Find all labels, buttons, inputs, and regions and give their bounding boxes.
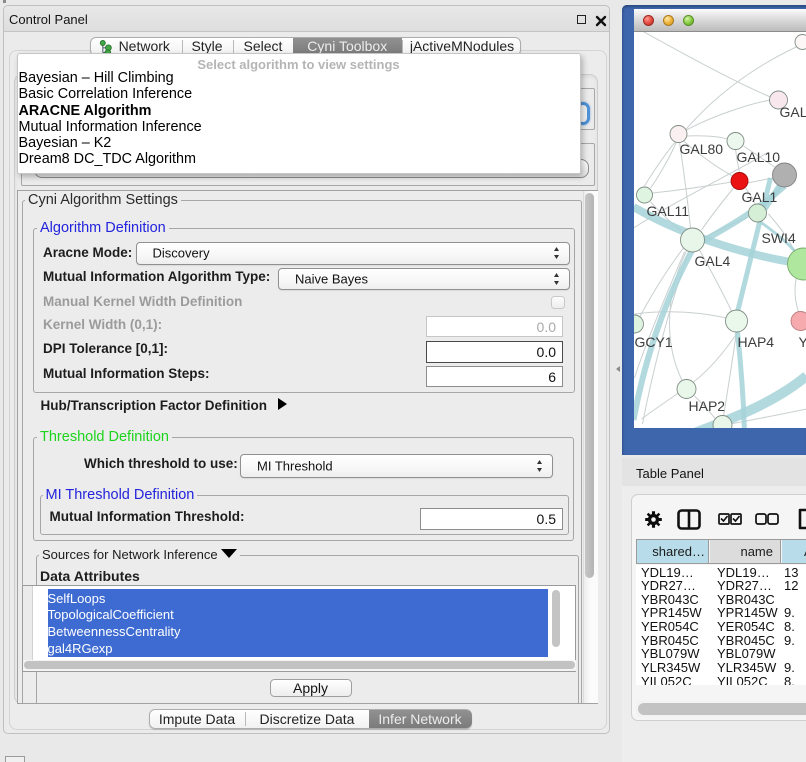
svg-text:HAP4: HAP4 bbox=[737, 334, 774, 350]
svg-text:GAL4: GAL4 bbox=[694, 253, 730, 269]
svg-text:SWI4: SWI4 bbox=[761, 230, 795, 246]
svg-text:HAP2: HAP2 bbox=[688, 398, 725, 414]
svg-text:GAL10: GAL10 bbox=[736, 149, 780, 165]
svg-text:GAL80: GAL80 bbox=[679, 141, 723, 157]
svg-text:GAL1: GAL1 bbox=[741, 189, 777, 205]
svg-text:GAL8: GAL8 bbox=[779, 104, 806, 120]
svg-text:Y: Y bbox=[798, 334, 806, 350]
svg-text:GAL11: GAL11 bbox=[646, 203, 689, 219]
svg-text:GCY1: GCY1 bbox=[634, 334, 672, 350]
